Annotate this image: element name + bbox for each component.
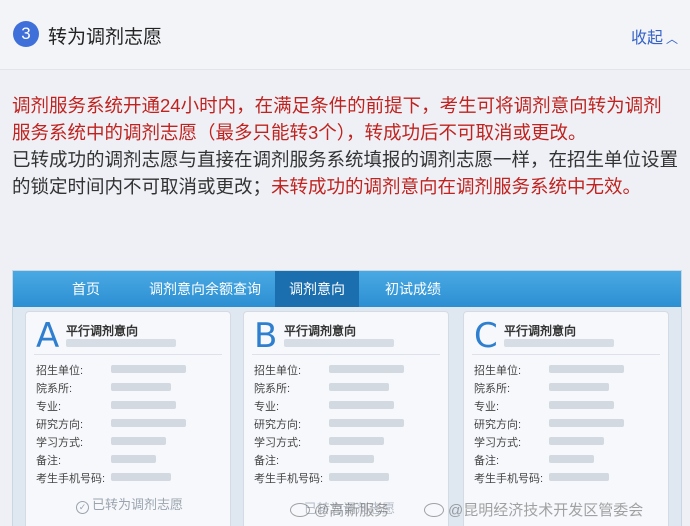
divider xyxy=(34,354,222,355)
weibo-icon xyxy=(290,503,310,517)
nav-balance-query[interactable]: 调剂意向余额查询 xyxy=(131,271,279,307)
field-label: 专业: xyxy=(36,401,62,413)
field-value-blurred xyxy=(549,401,614,409)
field-label: 考生手机号码: xyxy=(474,473,544,485)
field-value-blurred xyxy=(111,365,186,373)
field-value-blurred xyxy=(549,437,604,445)
intention-card-c: C 平行调剂意向 招生单位: 院系所: 专业: 研究方向: 学习方式: 备注: … xyxy=(463,311,669,526)
description-paragraph-1: 调剂服务系统开通24小时内，在满足条件的前提下，考生可将调剂意向转为调剂服务系统… xyxy=(12,95,662,143)
watermark-right-text: @昆明经济技术开发区管委会 xyxy=(448,502,644,519)
card-subtitle-blurred xyxy=(504,339,614,347)
card-letter: B xyxy=(254,316,278,356)
card-status: ✓ 已转为调剂志愿 xyxy=(76,494,183,514)
intention-card-b: B 平行调剂意向 招生单位: 院系所: 专业: 研究方向: 学习方式: 备注: … xyxy=(243,311,449,526)
field-value-blurred xyxy=(329,401,394,409)
field-value-blurred xyxy=(111,419,186,427)
field-label: 招生单位: xyxy=(36,365,84,377)
field-value-blurred xyxy=(549,383,609,391)
card-subtitle-blurred xyxy=(284,339,394,347)
field-value-blurred xyxy=(111,437,166,445)
nav-intention[interactable]: 调剂意向 xyxy=(275,271,359,307)
field-value-blurred xyxy=(329,419,404,427)
watermark-left: @高新服务 xyxy=(290,499,389,520)
field-label: 招生单位: xyxy=(254,365,302,377)
field-label: 院系所: xyxy=(254,383,291,395)
collapse-button[interactable]: 收起 ︿ xyxy=(631,24,678,48)
card-subtitle-blurred xyxy=(66,339,176,347)
field-value-blurred xyxy=(111,455,156,463)
divider xyxy=(472,354,660,355)
system-nav-bar: 首页 调剂意向余额查询 调剂意向 初试成绩 xyxy=(13,271,681,307)
field-label: 招生单位: xyxy=(474,365,522,377)
description-paragraph-2: 已转成功的调剂志愿与直接在调剂服务系统填报的调剂志愿一样，在招生单位设置的锁定时… xyxy=(12,146,680,200)
field-label: 学习方式: xyxy=(36,437,84,449)
field-label: 院系所: xyxy=(474,383,511,395)
nav-scores[interactable]: 初试成绩 xyxy=(371,271,455,307)
status-label: 已转为调剂志愿 xyxy=(92,497,184,512)
field-value-blurred xyxy=(329,383,389,391)
field-value-blurred xyxy=(111,401,176,409)
field-label: 考生手机号码: xyxy=(36,473,106,485)
nav-home[interactable]: 首页 xyxy=(58,271,114,307)
card-letter: C xyxy=(474,316,498,356)
collapse-label: 收起 xyxy=(630,30,663,47)
chevron-up-icon: ︿ xyxy=(665,32,678,46)
field-value-blurred xyxy=(549,473,609,481)
system-screenshot: 首页 调剂意向余额查询 调剂意向 初试成绩 A 平行调剂意向 招生单位: 院系所… xyxy=(12,270,682,526)
field-value-blurred xyxy=(111,473,171,481)
field-label: 专业: xyxy=(474,401,500,413)
field-value-blurred xyxy=(329,365,404,373)
field-value-blurred xyxy=(549,455,594,463)
check-circle-icon: ✓ xyxy=(76,501,89,514)
card-title: 平行调剂意向 xyxy=(504,324,577,338)
field-value-blurred xyxy=(549,365,624,373)
field-label: 专业: xyxy=(254,401,280,413)
intention-card-a: A 平行调剂意向 招生单位: 院系所: 专业: 研究方向: 学习方式: 备注: … xyxy=(25,311,231,526)
field-label: 学习方式: xyxy=(474,437,522,449)
field-label: 备注: xyxy=(254,455,280,467)
field-value-blurred xyxy=(111,383,171,391)
field-value-blurred xyxy=(549,419,624,427)
field-label: 备注: xyxy=(474,455,500,467)
field-label: 学习方式: xyxy=(254,437,302,449)
field-label: 研究方向: xyxy=(474,419,522,431)
divider xyxy=(252,354,440,355)
field-value-blurred xyxy=(329,473,389,481)
card-letter: A xyxy=(36,316,60,356)
field-label: 研究方向: xyxy=(254,419,302,431)
field-label: 院系所: xyxy=(36,383,73,395)
step-description: 调剂服务系统开通24小时内，在满足条件的前提下，考生可将调剂意向转为调剂服务系统… xyxy=(12,92,680,200)
step-header: 3 转为调剂志愿 收起 ︿ xyxy=(0,0,690,70)
field-label: 考生手机号码: xyxy=(254,473,324,485)
field-value-blurred xyxy=(329,455,374,463)
watermark-left-text: @高新服务 xyxy=(314,502,390,519)
field-label: 备注: xyxy=(36,455,62,467)
field-value-blurred xyxy=(329,437,384,445)
card-title: 平行调剂意向 xyxy=(284,324,357,338)
watermark-right: @昆明经济技术开发区管委会 xyxy=(424,499,643,520)
description-paragraph-2-red: 未转成功的调剂意向在调剂服务系统中无效。 xyxy=(271,176,642,197)
field-label: 研究方向: xyxy=(36,419,84,431)
step-title: 转为调剂志愿 xyxy=(48,27,163,48)
weibo-icon xyxy=(424,503,444,517)
card-title: 平行调剂意向 xyxy=(66,324,139,338)
step-number-badge: 3 xyxy=(13,21,39,47)
